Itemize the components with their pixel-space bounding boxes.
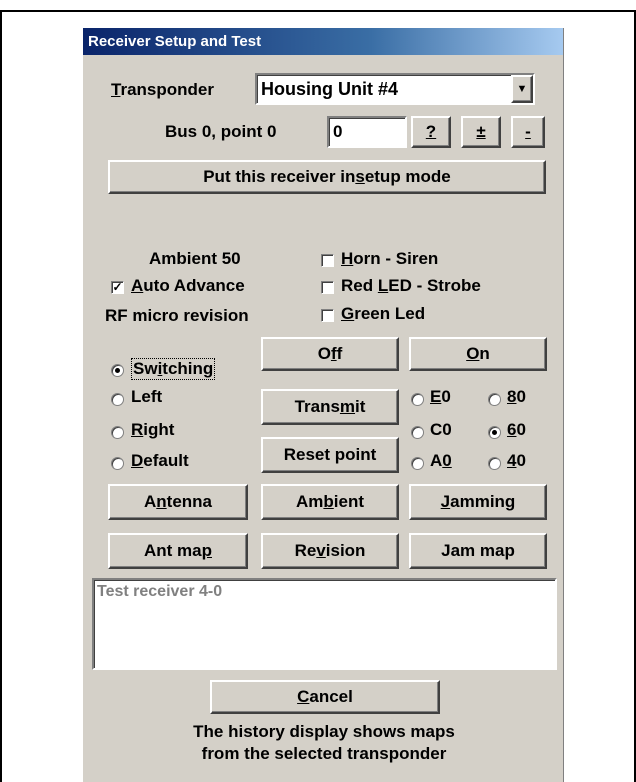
bus-point-label: Bus 0, point 0 xyxy=(165,122,277,141)
switching-radio[interactable] xyxy=(111,364,124,377)
right-label: Right xyxy=(131,420,175,439)
green-led-checkbox[interactable] xyxy=(321,309,334,322)
right-radio[interactable] xyxy=(111,426,124,439)
left-label: Left xyxy=(131,387,163,406)
transponder-value: Housing Unit #4 xyxy=(261,79,399,99)
level-80-radio[interactable] xyxy=(488,393,501,406)
level-c0-radio[interactable] xyxy=(411,426,424,439)
transponder-select[interactable]: Housing Unit #4 ▼ xyxy=(255,73,535,105)
jam-map-button[interactable]: Jam map xyxy=(409,533,547,569)
reset-point-button[interactable]: Reset point xyxy=(261,437,399,473)
level-80-label: 80 xyxy=(507,387,526,406)
dropdown-arrow[interactable]: ▼ xyxy=(511,75,533,103)
history-text: Test receiver 4-0 xyxy=(97,583,223,600)
auto-advance-label: Auto Advance xyxy=(131,276,245,295)
red-led-checkbox[interactable] xyxy=(321,281,334,294)
horn-siren-checkbox[interactable] xyxy=(321,254,334,267)
revision-button[interactable]: Re v ision xyxy=(261,533,399,569)
top-rule xyxy=(0,0,636,12)
jamming-button[interactable]: Jamming xyxy=(409,484,547,520)
level-40-label: 40 xyxy=(507,451,526,470)
plus-minus-button[interactable]: ± xyxy=(461,116,501,148)
auto-advance-checkbox[interactable]: ✓ xyxy=(111,281,124,294)
antenna-button[interactable]: An tenna xyxy=(108,484,248,520)
level-c0-label: C0 xyxy=(430,420,452,439)
footer-line-1: The history display shows maps xyxy=(193,722,455,741)
setup-mode-button[interactable]: Put this receiver in s etup mode xyxy=(108,160,546,194)
point-input[interactable]: 0 xyxy=(327,116,407,148)
ant-map-button[interactable]: Ant ma p xyxy=(108,533,248,569)
level-a0-label: A0 xyxy=(430,451,452,470)
level-e0-label: E0 xyxy=(430,387,451,406)
history-display[interactable]: Test receiver 4-0 xyxy=(92,578,557,670)
rf-revision-label: RF micro revision xyxy=(105,306,249,325)
dialog-title: Receiver Setup and Test xyxy=(88,33,262,50)
default-radio[interactable] xyxy=(111,457,124,470)
on-button[interactable]: On xyxy=(409,337,547,371)
horn-siren-label: Horn - Siren xyxy=(341,249,439,268)
level-60-radio[interactable] xyxy=(488,426,501,439)
transmit-button[interactable]: Trans m it xyxy=(261,389,399,425)
off-button[interactable]: Off xyxy=(261,337,399,371)
switching-label: Switching xyxy=(131,358,216,380)
level-60-label: 60 xyxy=(507,420,526,439)
title-bar: Receiver Setup and Test xyxy=(83,28,563,55)
transponder-label: Transponder xyxy=(111,80,214,99)
level-e0-radio[interactable] xyxy=(411,393,424,406)
ambient-button[interactable]: Am b ient xyxy=(261,484,399,520)
help-button[interactable]: ? xyxy=(411,116,451,148)
receiver-setup-dialog: Receiver Setup and Test Transponder Hous… xyxy=(82,28,564,782)
level-a0-radio[interactable] xyxy=(411,457,424,470)
point-value: 0 xyxy=(333,122,343,141)
footer-line-2: from the selected transponder xyxy=(201,744,447,763)
default-label: Default xyxy=(131,451,189,470)
red-led-label: Red LED - Strobe xyxy=(341,276,481,295)
ambient-level-label: Ambient 50 xyxy=(149,249,241,268)
cancel-button[interactable]: Cancel xyxy=(210,680,440,714)
minus-button[interactable]: - xyxy=(511,116,545,148)
green-led-label: Green Led xyxy=(341,304,426,323)
level-40-radio[interactable] xyxy=(488,457,501,470)
left-radio[interactable] xyxy=(111,393,124,406)
